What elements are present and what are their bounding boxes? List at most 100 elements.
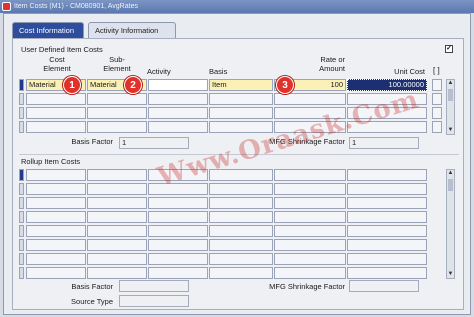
- rollup-cell[interactable]: [148, 267, 208, 279]
- rollup-cell[interactable]: [209, 211, 273, 223]
- rollup-cell[interactable]: [148, 183, 208, 195]
- rollup-cell[interactable]: [26, 253, 86, 265]
- basis-cell[interactable]: [209, 93, 273, 105]
- cost-element-cell[interactable]: [26, 93, 86, 105]
- activity-cell[interactable]: [148, 93, 208, 105]
- rollup-cell[interactable]: [148, 211, 208, 223]
- source-type-field[interactable]: [119, 295, 189, 307]
- rollup-row-indicator[interactable]: [19, 169, 24, 181]
- rollup-cell[interactable]: [87, 225, 147, 237]
- cost-element-cell[interactable]: [26, 121, 86, 133]
- row-indicator[interactable]: [19, 79, 24, 91]
- rollup-cell[interactable]: [347, 253, 427, 265]
- rollup-cell[interactable]: [87, 211, 147, 223]
- rollup-cell[interactable]: [148, 239, 208, 251]
- scroll-down-icon[interactable]: ▼: [447, 127, 454, 134]
- rollup-cell[interactable]: [26, 169, 86, 181]
- rollup-cell[interactable]: [209, 169, 273, 181]
- row-indicator[interactable]: [19, 107, 24, 119]
- rollup-mfg-shrinkage-field[interactable]: [349, 280, 419, 292]
- rollup-cell[interactable]: [26, 267, 86, 279]
- activity-cell[interactable]: [148, 121, 208, 133]
- rollup-cell[interactable]: [26, 197, 86, 209]
- scroll-up-icon[interactable]: ▲: [447, 170, 454, 177]
- rollup-cell[interactable]: [209, 183, 273, 195]
- rollup-row-indicator[interactable]: [19, 239, 24, 251]
- rollup-row-indicator[interactable]: [19, 197, 24, 209]
- basis-cell[interactable]: [209, 121, 273, 133]
- rollup-cell[interactable]: [148, 169, 208, 181]
- rollup-cell[interactable]: [347, 183, 427, 195]
- scroll-thumb[interactable]: [448, 89, 453, 101]
- rollup-basis-factor-field[interactable]: [119, 280, 189, 292]
- unit-cost-cell[interactable]: [347, 107, 427, 119]
- rollup-cell[interactable]: [148, 225, 208, 237]
- tab-activity-information[interactable]: Activity Information: [88, 22, 176, 38]
- sub-element-cell[interactable]: [87, 93, 147, 105]
- sub-element-cell[interactable]: [87, 107, 147, 119]
- rollup-cell[interactable]: [347, 225, 427, 237]
- rollup-cell[interactable]: [274, 197, 346, 209]
- rollup-cell[interactable]: [347, 239, 427, 251]
- row-indicator[interactable]: [19, 121, 24, 133]
- rollup-cell[interactable]: [148, 253, 208, 265]
- rollup-cell[interactable]: [347, 197, 427, 209]
- rollup-cell[interactable]: [148, 197, 208, 209]
- row-flex-cell[interactable]: [432, 79, 442, 91]
- rollup-cell[interactable]: [87, 267, 147, 279]
- row-flex-cell[interactable]: [432, 121, 442, 133]
- rollup-cell[interactable]: [209, 197, 273, 209]
- rollup-row-indicator[interactable]: [19, 183, 24, 195]
- scroll-down-icon[interactable]: ▼: [447, 271, 454, 278]
- rollup-cell[interactable]: [87, 239, 147, 251]
- rollup-cell[interactable]: [274, 239, 346, 251]
- sub-element-cell[interactable]: [87, 121, 147, 133]
- rate-or-amount-cell[interactable]: [274, 93, 346, 105]
- basis-cell[interactable]: Item: [209, 79, 273, 91]
- basis-cell[interactable]: [209, 107, 273, 119]
- unit-cost-cell[interactable]: [347, 93, 427, 105]
- rollup-cell[interactable]: [274, 183, 346, 195]
- user-defined-checkbox[interactable]: ✓: [445, 45, 453, 53]
- rollup-cell[interactable]: [26, 183, 86, 195]
- rate-or-amount-cell[interactable]: [274, 107, 346, 119]
- rollup-cell[interactable]: [209, 267, 273, 279]
- user-defined-scrollbar[interactable]: ▲ ▼: [446, 79, 455, 135]
- tab-cost-information[interactable]: Cost Information: [12, 22, 84, 38]
- unit-cost-cell[interactable]: 100.00000: [347, 79, 427, 91]
- activity-cell[interactable]: [148, 107, 208, 119]
- rollup-cell[interactable]: [209, 253, 273, 265]
- rollup-cell[interactable]: [26, 225, 86, 237]
- cost-element-cell[interactable]: [26, 107, 86, 119]
- rollup-cell[interactable]: [274, 169, 346, 181]
- rollup-cell[interactable]: [274, 225, 346, 237]
- rollup-cell[interactable]: [347, 169, 427, 181]
- row-indicator[interactable]: [19, 93, 24, 105]
- rollup-cell[interactable]: [274, 211, 346, 223]
- rollup-row-indicator[interactable]: [19, 267, 24, 279]
- rollup-row-indicator[interactable]: [19, 211, 24, 223]
- scroll-up-icon[interactable]: ▲: [447, 80, 454, 87]
- rollup-cell[interactable]: [26, 239, 86, 251]
- rollup-cell[interactable]: [209, 239, 273, 251]
- rollup-cell[interactable]: [87, 253, 147, 265]
- rollup-cell[interactable]: [274, 253, 346, 265]
- rollup-cell[interactable]: [274, 267, 346, 279]
- mfg-shrinkage-field[interactable]: 1: [349, 137, 419, 149]
- rollup-row-indicator[interactable]: [19, 253, 24, 265]
- rate-or-amount-cell[interactable]: [274, 121, 346, 133]
- row-flex-cell[interactable]: [432, 93, 442, 105]
- rollup-scrollbar[interactable]: ▲ ▼: [446, 169, 455, 279]
- row-flex-cell[interactable]: [432, 107, 442, 119]
- activity-cell[interactable]: [148, 79, 208, 91]
- basis-factor-field[interactable]: 1: [119, 137, 189, 149]
- rollup-cell[interactable]: [87, 183, 147, 195]
- rollup-cell[interactable]: [347, 267, 427, 279]
- unit-cost-cell[interactable]: [347, 121, 427, 133]
- rollup-cell[interactable]: [87, 197, 147, 209]
- scroll-thumb[interactable]: [448, 179, 453, 191]
- rollup-cell[interactable]: [26, 211, 86, 223]
- rollup-cell[interactable]: [87, 169, 147, 181]
- rollup-cell[interactable]: [209, 225, 273, 237]
- rollup-cell[interactable]: [347, 211, 427, 223]
